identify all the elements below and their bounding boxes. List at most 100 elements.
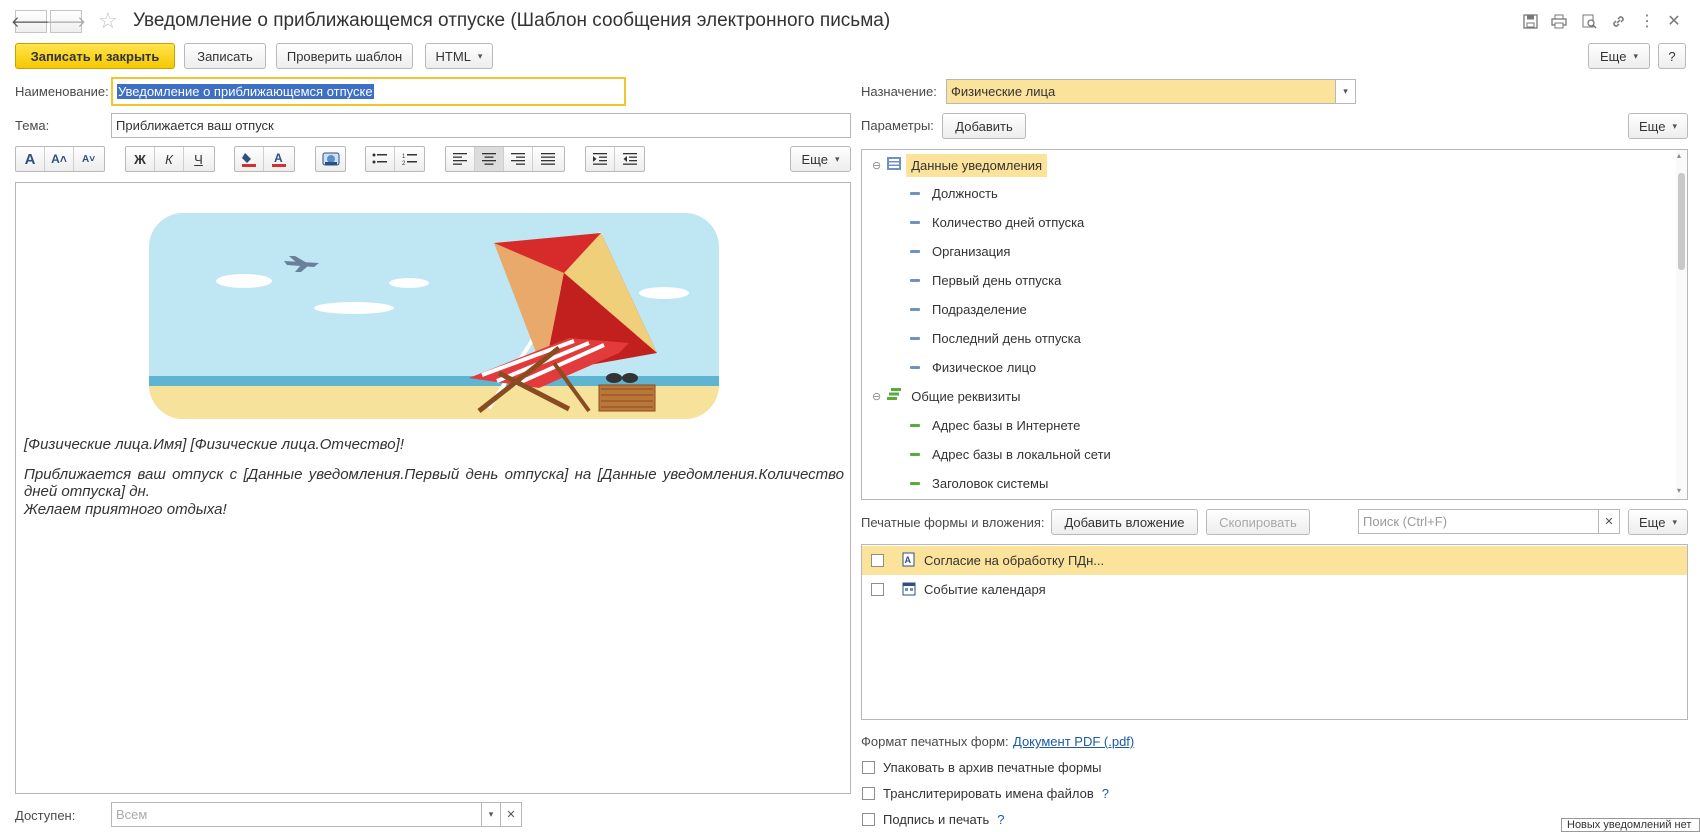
tree-item[interactable]: Должность	[910, 181, 998, 205]
forward-button[interactable]: 🡒	[46, 10, 86, 33]
tree-item[interactable]: Последний день отпуска	[910, 326, 1081, 350]
tree-item[interactable]: Подразделение	[910, 297, 1027, 321]
align-group	[445, 146, 565, 172]
attachments-label: Печатные формы и вложения:	[861, 515, 1045, 530]
help-button[interactable]: ?	[1658, 43, 1686, 69]
format-label: Формат печатных форм:	[861, 734, 1009, 749]
font-size-group: A A˄ A˅	[15, 146, 105, 172]
subject-input[interactable]: Приближается ваш отпуск	[111, 113, 851, 138]
editor-more-button[interactable]: Еще	[790, 146, 851, 172]
search-input[interactable]: Поиск (Ctrl+F)	[1358, 509, 1599, 534]
purpose-dropdown-button[interactable]: ▾	[1335, 79, 1356, 104]
tree-item[interactable]: Адрес базы в Интернете	[910, 413, 1080, 437]
save-and-close-button[interactable]: Записать и закрыть	[15, 43, 175, 69]
scroll-up-icon[interactable]: ▴	[1677, 151, 1681, 160]
list-group-icon	[887, 157, 902, 173]
indent-increase-icon[interactable]	[586, 147, 615, 171]
collapse-icon[interactable]: ⊖	[872, 390, 881, 403]
tree-group-common[interactable]: ⊖ Общие реквизиты	[872, 384, 1025, 408]
beach-illustration	[149, 213, 719, 422]
text-color-icon[interactable]: A	[264, 147, 293, 171]
list-item[interactable]: A Согласие на обработку ПДн...	[862, 546, 1687, 575]
available-clear-button[interactable]: ✕	[500, 802, 522, 827]
align-left-icon[interactable]	[446, 147, 475, 171]
name-label: Наименование:	[15, 84, 109, 99]
option-archive[interactable]: Упаковать в архив печатные формы	[862, 760, 1101, 775]
tree-item[interactable]: Адрес базы в локальной сети	[910, 442, 1111, 466]
add-attachment-button[interactable]: Добавить вложение	[1051, 509, 1198, 535]
tree-item[interactable]: Организация	[910, 239, 1010, 263]
help-question-icon[interactable]: ?	[997, 812, 1004, 827]
tree-scrollbar[interactable]: ▴ ▾	[1676, 150, 1687, 499]
format-link[interactable]: Документ PDF (.pdf)	[1013, 734, 1134, 749]
attachment-checkbox[interactable]	[871, 583, 884, 596]
fill-color-icon[interactable]	[235, 147, 264, 171]
save-icon[interactable]	[1521, 12, 1539, 30]
back-button[interactable]: 🡐	[11, 10, 51, 33]
indent-group	[585, 146, 645, 172]
available-input[interactable]: Всем	[111, 802, 482, 827]
attachments-more-button[interactable]: Еще	[1628, 509, 1688, 535]
signature-checkbox[interactable]	[862, 813, 875, 826]
tree-item[interactable]: Первый день отпуска	[910, 268, 1061, 292]
collapse-icon[interactable]: ⊖	[872, 159, 881, 172]
attachments-list[interactable]: A Согласие на обработку ПДн... Событие к…	[861, 544, 1688, 720]
print-icon[interactable]	[1550, 12, 1568, 30]
scroll-down-icon[interactable]: ▾	[1677, 486, 1681, 495]
list-item[interactable]: Событие календаря	[862, 575, 1687, 604]
svg-text:A: A	[905, 555, 912, 565]
align-right-icon[interactable]	[504, 147, 533, 171]
scrollbar-thumb[interactable]	[1678, 173, 1685, 270]
params-more-button[interactable]: Еще	[1628, 113, 1688, 139]
tree-item[interactable]: Физическое лицо	[910, 355, 1036, 379]
copy-button[interactable]: Скопировать	[1206, 509, 1310, 535]
tree-item[interactable]: Количество дней отпуска	[910, 210, 1084, 234]
align-justify-icon[interactable]	[533, 147, 562, 171]
bullet-list-icon[interactable]	[366, 147, 395, 171]
preview-icon[interactable]	[1580, 12, 1598, 30]
params-tree[interactable]: ⊖ Данные уведомления Должность Количеств…	[861, 149, 1688, 500]
tree-group-notification[interactable]: ⊖ Данные уведомления	[872, 153, 1048, 177]
color-group: A	[234, 146, 295, 172]
html-dropdown-button[interactable]: HTML	[425, 43, 493, 69]
save-button[interactable]: Записать	[184, 43, 266, 69]
star-icon[interactable]: ☆	[98, 8, 118, 34]
list-group: 12	[365, 146, 425, 172]
available-dropdown-button[interactable]: ▾	[481, 802, 501, 827]
attachment-checkbox[interactable]	[871, 554, 884, 567]
font-increase-button[interactable]: A˄	[45, 147, 74, 171]
font-style-group: Ж К Ч	[125, 146, 215, 172]
notification-tooltip: Новых уведомлений нет	[1561, 818, 1700, 832]
bold-button[interactable]: Ж	[126, 147, 155, 171]
more-menu-icon[interactable]: ⋮	[1638, 12, 1656, 30]
numbered-list-icon[interactable]: 12	[395, 147, 424, 171]
purpose-input[interactable]: Физические лица	[946, 79, 1336, 104]
archive-checkbox[interactable]	[862, 761, 875, 774]
help-question-icon[interactable]: ?	[1102, 786, 1109, 801]
editor-text-greeting: [Физические лица.Имя] [Физические лица.О…	[24, 436, 404, 453]
more-button[interactable]: Еще	[1588, 43, 1650, 69]
indent-decrease-icon[interactable]	[615, 147, 644, 171]
add-param-button[interactable]: Добавить	[942, 113, 1026, 139]
html-editor[interactable]: [Физические лица.Имя] [Физические лица.О…	[15, 182, 851, 794]
purpose-label: Назначение:	[861, 84, 937, 99]
available-label: Доступен:	[15, 808, 76, 823]
align-center-icon[interactable]	[475, 147, 504, 171]
editor-text-closing: Желаем приятного отдыха!	[24, 501, 227, 518]
underline-button[interactable]: Ч	[184, 147, 213, 171]
option-transliterate[interactable]: Транслитерировать имена файлов ?	[862, 786, 1109, 801]
option-signature[interactable]: Подпись и печать ?	[862, 812, 1004, 827]
tree-item[interactable]: Заголовок системы	[910, 471, 1048, 495]
font-bold-a-button[interactable]: A	[16, 147, 45, 171]
transliterate-checkbox[interactable]	[862, 787, 875, 800]
link-icon[interactable]	[1609, 12, 1627, 30]
italic-button[interactable]: К	[155, 147, 184, 171]
font-decrease-button[interactable]: A˅	[74, 147, 103, 171]
editor-text-body: Приближается ваш отпуск с [Данные уведом…	[24, 466, 844, 500]
close-icon[interactable]: ✕	[1665, 12, 1683, 30]
insert-image-icon[interactable]	[316, 147, 345, 171]
name-input[interactable]: Уведомление о приближающемся отпуске	[111, 77, 626, 106]
search-clear-button[interactable]: ✕	[1598, 509, 1620, 534]
document-icon: A	[902, 552, 916, 570]
check-template-button[interactable]: Проверить шаблон	[276, 43, 413, 69]
